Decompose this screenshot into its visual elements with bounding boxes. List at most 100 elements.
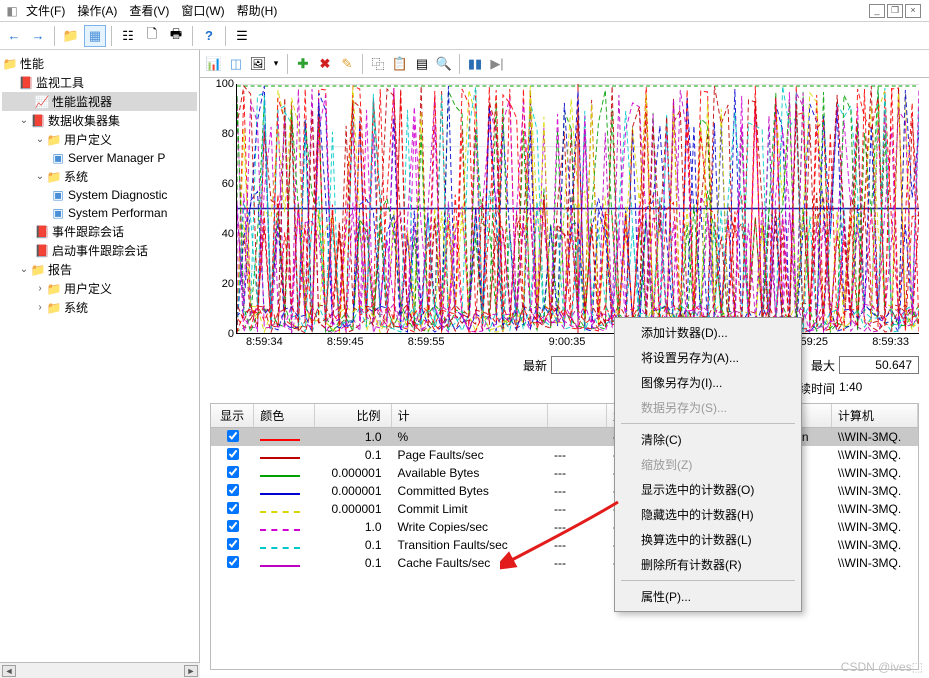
xtick: 8:59:55 (408, 336, 445, 348)
table-row[interactable]: 0.1Cache Faults/sec------Memory\\WIN-3MQ… (211, 554, 918, 572)
show-checkbox[interactable] (227, 484, 239, 496)
scroll-right-button[interactable]: ► (184, 665, 198, 677)
color-swatch (260, 475, 300, 477)
navigation-tree[interactable]: 📁 性能 📕 监视工具 📈 性能监视器 ⌄ 📕 数据收集器集 ⌄ 📁 用户定义 … (0, 50, 200, 678)
table-row[interactable]: 1.0Write Copies/sec------Memory\\WIN-3MQ… (211, 518, 918, 536)
tree-hscroll[interactable]: ◄ ► (0, 662, 200, 678)
help-button[interactable]: ? (198, 25, 220, 47)
menu-view[interactable]: 查看(V) (123, 0, 175, 21)
paste-button[interactable]: 📋 (390, 54, 410, 74)
show-checkbox[interactable] (227, 502, 239, 514)
col-show[interactable]: 显示 (211, 404, 254, 427)
nav-back-button[interactable]: ← (3, 25, 25, 47)
image-button[interactable]: 🖼 (248, 54, 268, 74)
step-button[interactable]: ▶| (487, 54, 507, 74)
chevron-right-icon[interactable]: › (34, 283, 46, 294)
close-button[interactable]: × (905, 4, 921, 18)
props-button[interactable]: ▤ (412, 54, 432, 74)
show-checkbox[interactable] (227, 556, 239, 568)
tree-label: 启动事件跟踪会话 (52, 242, 148, 259)
tree-rep-sys[interactable]: › 📁 系统 (2, 298, 197, 317)
tree-sys-diag[interactable]: ▣ System Diagnostic (2, 186, 197, 204)
add-counter-button[interactable]: ✚ (293, 54, 313, 74)
table-body[interactable]: 1.0%---Processor Information\\WIN-3MQ.0.… (211, 428, 918, 578)
panes-button[interactable]: ▦ (84, 25, 106, 47)
properties-button[interactable]: ☰ (231, 25, 253, 47)
menu-item[interactable]: 清除(C) (617, 427, 799, 452)
col-counter[interactable]: 计 (392, 404, 548, 427)
export-button[interactable]: 🖶 (165, 25, 187, 47)
tree-root-performance[interactable]: 📁 性能 (2, 54, 197, 73)
table-row[interactable]: 0.1Transition Faults/sec------Memory\\WI… (211, 536, 918, 554)
menu-item[interactable]: 显示选中的计数器(O) (617, 477, 799, 502)
copy-button[interactable]: ⿻ (368, 54, 388, 74)
show-checkbox[interactable] (227, 520, 239, 532)
tree-button[interactable]: ☷ (117, 25, 139, 47)
show-checkbox[interactable] (227, 466, 239, 478)
menu-help[interactable]: 帮助(H) (231, 0, 284, 21)
show-checkbox[interactable] (227, 538, 239, 550)
menu-item[interactable]: 隐藏选中的计数器(H) (617, 502, 799, 527)
tree-user-defined[interactable]: ⌄ 📁 用户定义 (2, 130, 197, 149)
tree-perfmon[interactable]: 📈 性能监视器 (2, 92, 197, 111)
refresh-button[interactable]: 🗋 (141, 25, 163, 47)
tree-label: System Performan (68, 206, 167, 220)
tree-monitoring-tools[interactable]: 📕 监视工具 (2, 73, 197, 92)
chevron-right-icon[interactable]: › (34, 302, 46, 313)
cell-counter: Transition Faults/sec (392, 538, 548, 552)
col-instance[interactable] (548, 404, 607, 427)
scroll-left-button[interactable]: ◄ (2, 665, 16, 677)
table-row[interactable]: 0.000001Committed Bytes------Memory\\WIN… (211, 482, 918, 500)
menu-item[interactable]: 换算选中的计数器(L) (617, 527, 799, 552)
find-button[interactable]: 🔍 (434, 54, 454, 74)
menu-file[interactable]: 文件(F) (20, 0, 71, 21)
explorer-button[interactable]: 📁 (60, 25, 82, 47)
tree-ets[interactable]: 📕 事件跟踪会话 (2, 222, 197, 241)
context-menu[interactable]: 添加计数器(D)...将设置另存为(A)...图像另存为(I)...数据另存为(… (614, 317, 802, 612)
menu-item[interactable]: 添加计数器(D)... (617, 320, 799, 345)
tree-reports[interactable]: ⌄ 📁 报告 (2, 260, 197, 279)
chevron-down-icon[interactable]: ⌄ (18, 264, 30, 275)
table-row[interactable]: 0.000001Commit Limit------Memory\\WIN-3M… (211, 500, 918, 518)
show-checkbox[interactable] (227, 448, 239, 460)
col-scale[interactable]: 比例 (315, 404, 392, 427)
remove-counter-button[interactable]: ✖ (315, 54, 335, 74)
show-checkbox[interactable] (227, 430, 239, 442)
menu-item[interactable]: 将设置另存为(A)... (617, 345, 799, 370)
chart-type-button[interactable]: 📊 (204, 54, 224, 74)
col-computer[interactable]: 计算机 (832, 404, 918, 427)
tree-rep-user[interactable]: › 📁 用户定义 (2, 279, 197, 298)
performance-chart[interactable] (236, 84, 919, 334)
cube-button[interactable]: ◫ (226, 54, 246, 74)
highlight-button[interactable]: ✎ (337, 54, 357, 74)
latest-label: 最新 (523, 357, 547, 374)
menu-action[interactable]: 操作(A) (71, 0, 123, 21)
tree-system[interactable]: ⌄ 📁 系统 (2, 167, 197, 186)
nav-forward-button[interactable]: → (27, 25, 49, 47)
pause-button[interactable]: ▮▮ (465, 54, 485, 74)
menu-item[interactable]: 图像另存为(I)... (617, 370, 799, 395)
menu-item[interactable]: 属性(P)... (617, 584, 799, 609)
duration-value: 1:40 (839, 380, 919, 397)
col-color[interactable]: 颜色 (254, 404, 315, 427)
cell-computer: \\WIN-3MQ. (832, 466, 918, 480)
chevron-down-icon[interactable]: ⌄ (34, 171, 46, 182)
table-row[interactable]: 0.1Page Faults/sec------Memory\\WIN-3MQ. (211, 446, 918, 464)
table-row[interactable]: 0.000001Available Bytes------Memory\\WIN… (211, 464, 918, 482)
tree-server-manager[interactable]: ▣ Server Manager P (2, 149, 197, 167)
menu-window[interactable]: 窗口(W) (175, 0, 230, 21)
tree-sys-perf[interactable]: ▣ System Performan (2, 204, 197, 222)
tree-startup-ets[interactable]: 📕 启动事件跟踪会话 (2, 241, 197, 260)
restore-button[interactable]: ❐ (887, 4, 903, 18)
tree-dcs[interactable]: ⌄ 📕 数据收集器集 (2, 111, 197, 130)
dropdown-icon[interactable]: ▾ (270, 54, 282, 74)
minimize-button[interactable]: _ (869, 4, 885, 18)
table-row[interactable]: 1.0%---Processor Information\\WIN-3MQ. (211, 428, 918, 446)
tree-label: 用户定义 (64, 131, 112, 148)
tree-label: 报告 (48, 261, 72, 278)
chevron-down-icon[interactable]: ⌄ (18, 115, 30, 126)
menu-item[interactable]: 删除所有计数器(R) (617, 552, 799, 577)
cell-counter: Write Copies/sec (392, 520, 548, 534)
chevron-down-icon[interactable]: ⌄ (34, 134, 46, 145)
cell-instance: --- (548, 466, 607, 480)
